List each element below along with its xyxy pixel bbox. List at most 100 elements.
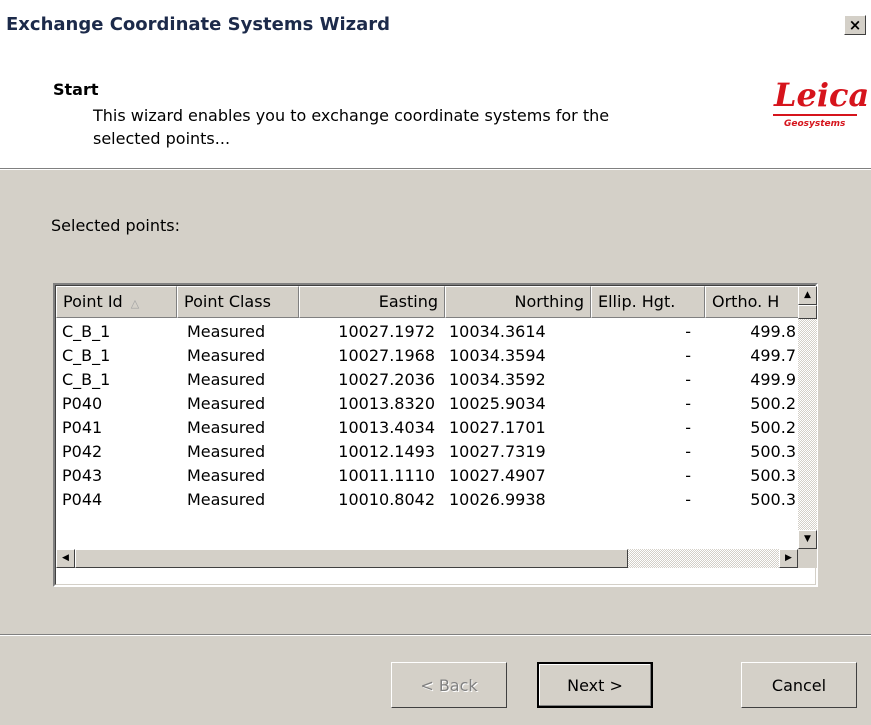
horizontal-scroll-thumb[interactable] [75, 549, 628, 568]
cell-easting: 10027.2036 [338, 370, 435, 389]
vertical-scrollbar[interactable]: ▲ ▼ [798, 286, 817, 549]
title-bar: Exchange Coordinate Systems Wizard × [0, 0, 871, 48]
cell-ellip-hgt: - [685, 394, 691, 413]
cell-ortho-hgt: 500.2 [750, 418, 796, 437]
vertical-scroll-track[interactable] [798, 319, 817, 530]
cell-easting: 10013.4034 [338, 418, 435, 437]
column-header-point-class[interactable]: Point Class [177, 286, 299, 318]
cell-point-id: C_B_1 [62, 322, 111, 341]
cell-ortho-hgt: 499.7 [750, 346, 796, 365]
cell-northing: 10034.3614 [449, 322, 546, 341]
table-header-row: Point Id △ Point Class Easting Northing E… [56, 286, 816, 318]
window-title: Exchange Coordinate Systems Wizard [6, 14, 390, 35]
cell-point-class: Measured [187, 466, 266, 485]
cell-point-id: P044 [62, 490, 103, 509]
cell-point-id: P041 [62, 418, 103, 437]
cancel-button[interactable]: Cancel [741, 662, 857, 708]
table-row[interactable]: P040 Measured 10013.8320 10025.9034 - 500.2 [56, 392, 796, 416]
column-header-ellip-hgt[interactable]: Ellip. Hgt. [591, 286, 705, 318]
cell-ellip-hgt: - [685, 418, 691, 437]
cell-point-class: Measured [187, 394, 266, 413]
table-row[interactable]: P044 Measured 10010.8042 10026.9938 - 500.3 [56, 488, 796, 512]
scroll-left-button[interactable]: ◀ [56, 549, 75, 568]
back-button[interactable]: < Back [391, 662, 507, 708]
arrow-left-icon: ◀ [62, 553, 69, 563]
cell-ellip-hgt: - [685, 346, 691, 365]
column-header-label: Northing [514, 292, 585, 311]
cell-easting: 10013.8320 [338, 394, 435, 413]
header-separator [0, 168, 871, 170]
horizontal-scroll-track[interactable] [628, 549, 779, 568]
table-row[interactable]: C_B_1 Measured 10027.1972 10034.3614 - 499.8 [56, 320, 796, 344]
cell-ellip-hgt: - [685, 490, 691, 509]
cell-point-class: Measured [187, 346, 266, 365]
scrollbar-corner [798, 549, 817, 568]
points-table-frame: Point Id △ Point Class Easting Northing E… [55, 285, 817, 585]
cell-ortho-hgt: 499.8 [750, 322, 796, 341]
column-header-label: Point Class [184, 292, 271, 311]
table-row[interactable]: P043 Measured 10011.1110 10027.4907 - 500.3 [56, 464, 796, 488]
column-header-label: Easting [378, 292, 438, 311]
close-button[interactable]: × [844, 15, 866, 35]
table-row[interactable]: C_B_1 Measured 10027.1968 10034.3594 - 499.7 [56, 344, 796, 368]
cell-northing: 10025.9034 [449, 394, 546, 413]
scroll-down-button[interactable]: ▼ [798, 530, 817, 549]
cell-point-class: Measured [187, 418, 266, 437]
scroll-right-button[interactable]: ▶ [779, 549, 798, 568]
table-row[interactable]: P042 Measured 10012.1493 10027.7319 - 500.3 [56, 440, 796, 464]
cell-point-class: Measured [187, 370, 266, 389]
cell-ortho-hgt: 499.9 [750, 370, 796, 389]
next-button[interactable]: Next > [537, 662, 653, 708]
sort-ascending-icon: △ [130, 297, 140, 310]
cell-ellip-hgt: - [685, 466, 691, 485]
table-row[interactable]: P041 Measured 10013.4034 10027.1701 - 500.2 [56, 416, 796, 440]
arrow-down-icon: ▼ [804, 534, 811, 544]
wizard-header: Start This wizard enables you to exchang… [0, 48, 871, 168]
logo-underline [773, 114, 857, 116]
footer-separator [0, 634, 871, 636]
selected-points-label: Selected points: [51, 216, 180, 235]
cell-point-class: Measured [187, 490, 266, 509]
cell-point-id: C_B_1 [62, 370, 111, 389]
cell-northing: 10034.3594 [449, 346, 546, 365]
column-header-northing[interactable]: Northing [445, 286, 591, 318]
column-header-label: Ellip. Hgt. [598, 292, 676, 311]
cell-northing: 10027.4907 [449, 466, 546, 485]
cell-easting: 10027.1968 [338, 346, 435, 365]
column-header-easting[interactable]: Easting [299, 286, 445, 318]
vertical-scroll-thumb[interactable] [798, 305, 817, 319]
close-icon: × [848, 15, 862, 34]
table-row[interactable]: C_B_1 Measured 10027.2036 10034.3592 - 499.9 [56, 368, 796, 392]
cell-easting: 10012.1493 [338, 442, 435, 461]
cell-point-class: Measured [187, 322, 266, 341]
description-line-2: selected points... [93, 129, 231, 148]
column-header-label: Ortho. H [712, 292, 780, 311]
cell-easting: 10011.1110 [338, 466, 435, 485]
scroll-up-button[interactable]: ▲ [798, 286, 817, 305]
cell-ellip-hgt: - [685, 370, 691, 389]
cell-ortho-hgt: 500.2 [750, 394, 796, 413]
cell-ortho-hgt: 500.3 [750, 490, 796, 509]
cell-northing: 10026.9938 [449, 490, 546, 509]
column-header-ortho-hgt[interactable]: Ortho. H [705, 286, 799, 318]
cell-point-id: P040 [62, 394, 103, 413]
logo-subtitle: Geosystems [784, 119, 846, 129]
points-table[interactable]: Point Id △ Point Class Easting Northing E… [53, 283, 818, 587]
cell-point-id: C_B_1 [62, 346, 111, 365]
column-header-label: Point Id [63, 292, 123, 311]
logo-wordmark: Leica [774, 76, 870, 114]
cell-easting: 10010.8042 [338, 490, 435, 509]
cell-northing: 10027.1701 [449, 418, 546, 437]
cell-point-id: P042 [62, 442, 103, 461]
cell-northing: 10027.7319 [449, 442, 546, 461]
page-description: This wizard enables you to exchange coor… [93, 104, 733, 150]
arrow-up-icon: ▲ [804, 290, 811, 300]
column-header-point-id[interactable]: Point Id △ [56, 286, 177, 318]
horizontal-scrollbar[interactable]: ◀ ▶ [56, 549, 798, 568]
cell-ortho-hgt: 500.3 [750, 466, 796, 485]
cell-ellip-hgt: - [685, 442, 691, 461]
cell-ortho-hgt: 500.3 [750, 442, 796, 461]
page-title: Start [53, 80, 99, 99]
description-line-1: This wizard enables you to exchange coor… [93, 106, 610, 125]
cell-ellip-hgt: - [685, 322, 691, 341]
